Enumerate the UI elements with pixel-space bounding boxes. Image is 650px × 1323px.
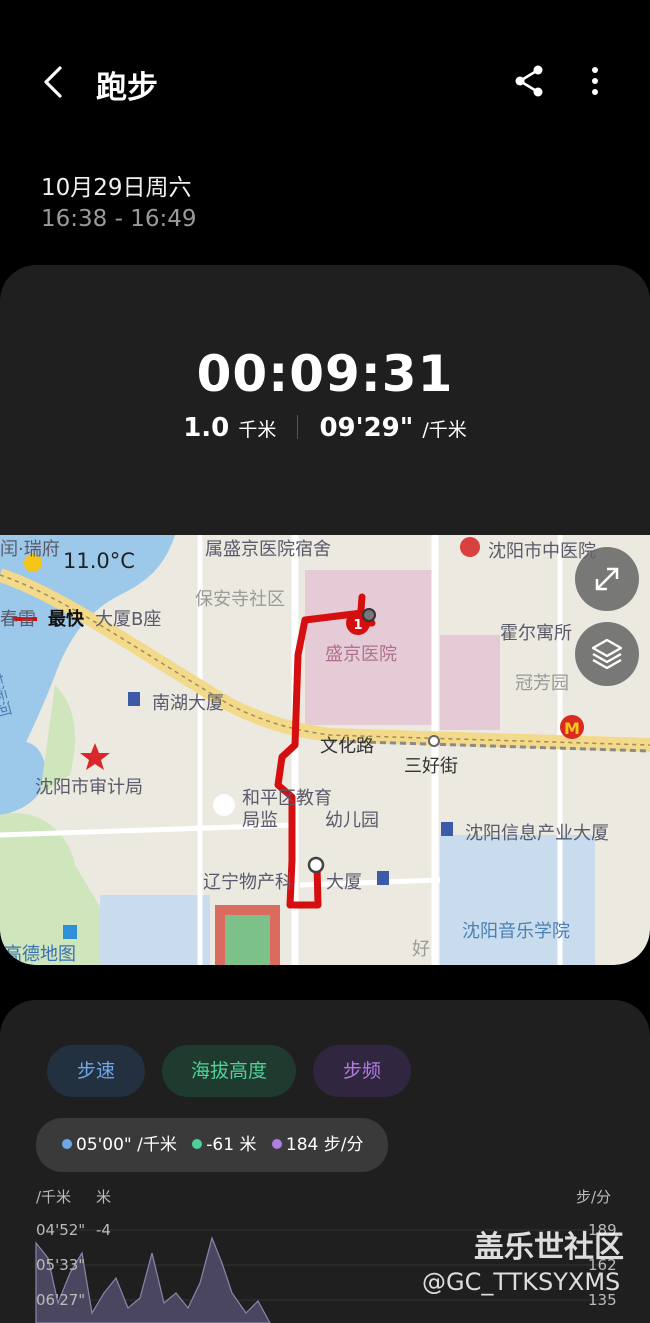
school-poi-icon-2: [63, 925, 77, 939]
distance-value: 1.0: [183, 413, 230, 443]
map-layers-button[interactable]: [575, 622, 639, 686]
school-poi-icon: [213, 794, 235, 816]
svg-text:M: M: [564, 719, 580, 738]
tab-altitude[interactable]: 海拔高度: [162, 1045, 296, 1097]
watermark-handle: @GC_TTKSYXMS: [422, 1268, 621, 1296]
residential-block: [440, 635, 500, 730]
map-label: 保安寺社区: [195, 589, 285, 610]
map-label: 属盛京医院宿舍: [205, 539, 331, 560]
route-marker-label: 1: [353, 618, 362, 633]
altitude-legend-dot: [192, 1139, 203, 1149]
map-label: 盛京医院: [325, 644, 397, 665]
back-icon[interactable]: [36, 60, 76, 104]
session-time-range: 16:38 - 16:49: [41, 206, 197, 232]
road-label: 文化路: [320, 736, 374, 757]
expand-map-button[interactable]: [575, 547, 639, 611]
distance-unit: 千米: [238, 419, 277, 441]
legend-pace: 05'00" /千米: [76, 1135, 177, 1155]
map-label: 幼儿园: [325, 810, 379, 831]
fastest-label: 最快: [48, 609, 84, 630]
building-poi-icon-2: [441, 822, 453, 836]
pace-value: 09'29": [319, 413, 414, 443]
pace-tick: 05'33": [36, 1256, 86, 1274]
cadence-legend-dot: [271, 1139, 282, 1149]
map-label: 大厦: [326, 872, 362, 893]
route-start-point: [307, 856, 325, 874]
map-provider-logo: 高德地图: [4, 944, 76, 965]
pace-tick: 06'27": [36, 1291, 86, 1309]
pace-tick: 04'52": [36, 1221, 86, 1239]
legend-altitude: -61 米: [206, 1135, 257, 1155]
pace-area-series: [35, 1236, 271, 1323]
pace-unit: /千米: [422, 419, 467, 441]
map-label: 好: [412, 939, 430, 960]
campus-block: [440, 835, 595, 965]
map-label: 大厦B座: [95, 609, 162, 630]
graph-card: 步速 海拔高度 步频 05'00" /千米 -61 米 184 步/分 /千米 …: [0, 1000, 650, 1323]
map-label: 局监: [242, 810, 278, 831]
watermark-title: 盖乐世社区: [474, 1230, 624, 1265]
tab-pace[interactable]: 步速: [47, 1045, 145, 1097]
map-label: 南湖大厦: [152, 693, 224, 714]
map-label: 冠芳园: [515, 673, 569, 694]
map-label: 沈阳市审计局: [35, 777, 143, 798]
pace-legend-dot: [62, 1139, 72, 1149]
school-block: [100, 895, 210, 965]
weather-label: 11.0°C: [63, 549, 135, 573]
layers-icon: [591, 638, 623, 670]
page-title: 跑步: [96, 70, 158, 106]
stats-row: 1.0 千米 09'29" /千米: [0, 413, 650, 443]
map-label: 沈阳音乐学院: [462, 921, 570, 942]
legend-cadence: 184 步/分: [285, 1135, 364, 1155]
map-label: 三好街: [404, 756, 458, 777]
route-map[interactable]: 1 M 闰·瑞府 11.0°C 属盛京医院宿舍 沈阳市中医院 保安寺社区 春雷 …: [0, 535, 650, 965]
field-block: [225, 915, 270, 965]
map-label: 霍尔寓所: [500, 623, 572, 644]
summary-card: 00:09:31 1.0 千米 09'29" /千米 1 M 闰·瑞府 11.0…: [0, 265, 650, 965]
building-poi-icon: [128, 692, 140, 706]
government-star-icon: [80, 743, 110, 770]
map-label: 闰·瑞府: [0, 539, 60, 560]
duration-value: 00:09:31: [196, 345, 454, 403]
stats-divider: [297, 415, 299, 439]
more-vertical-icon[interactable]: [582, 62, 608, 102]
graph-legend: 05'00" /千米 -61 米 184 步/分: [36, 1118, 388, 1172]
map-label: 沈阳信息产业大厦: [465, 823, 609, 844]
map-label: 春雷: [0, 609, 36, 630]
map-label: 辽宁物产科: [203, 872, 293, 893]
tab-cadence[interactable]: 步频: [313, 1045, 411, 1097]
hospital-poi-icon: [460, 537, 480, 557]
share-icon[interactable]: [510, 62, 550, 102]
altitude-tick: -4: [96, 1221, 111, 1239]
session-date: 10月29日周六: [41, 175, 192, 201]
building-poi-icon-3: [377, 871, 389, 885]
expand-icon: [595, 567, 619, 591]
